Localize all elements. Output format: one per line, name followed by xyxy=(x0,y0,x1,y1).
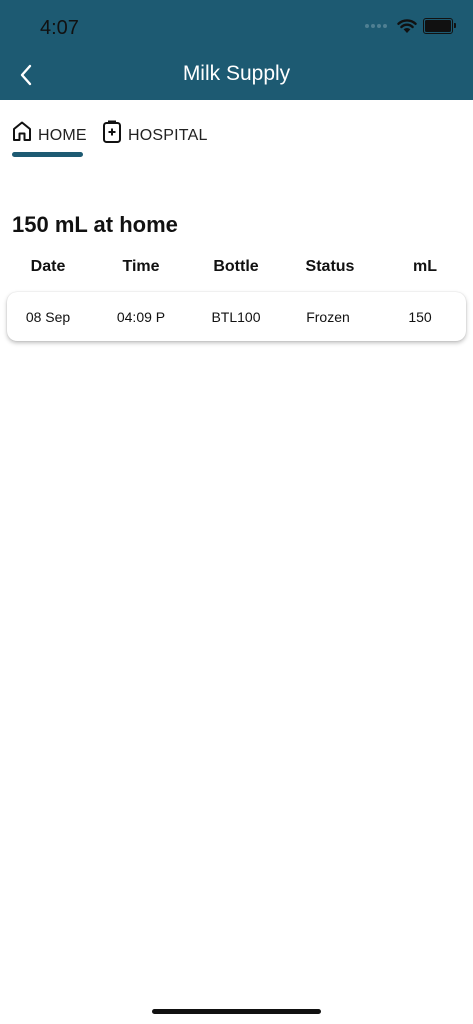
column-header-time: Time xyxy=(122,258,160,275)
table-row[interactable]: 08 Sep 04:09 P BTL100 Frozen 150 xyxy=(7,292,466,341)
column-header-status: Status xyxy=(305,258,355,275)
supply-summary: 150 mL at home xyxy=(12,212,178,237)
column-header-date: Date xyxy=(30,258,66,275)
status-icons xyxy=(365,18,456,34)
tab-hospital[interactable]: HOSPITAL xyxy=(102,120,208,160)
cell-date: 08 Sep xyxy=(25,309,71,325)
column-header-bottle: Bottle xyxy=(213,258,259,275)
cell-status: Frozen xyxy=(306,309,350,325)
battery-icon xyxy=(423,18,456,34)
page-title: Milk Supply xyxy=(182,62,291,85)
cell-ml: 150 xyxy=(408,309,432,325)
tab-home-label: HOME xyxy=(38,127,87,144)
cell-time: 04:09 P xyxy=(116,309,166,325)
column-header-ml: mL xyxy=(413,258,437,275)
tab-hospital-label: HOSPITAL xyxy=(128,127,208,144)
tab-bar: HOME HOSPITAL xyxy=(0,100,473,160)
hospital-icon xyxy=(103,120,121,143)
app-header: 4:07 Milk Supply xyxy=(0,0,473,100)
tab-active-indicator xyxy=(12,152,83,157)
home-icon xyxy=(13,121,31,141)
cell-bottle: BTL100 xyxy=(211,309,261,325)
table-header: Date Time Bottle Status mL xyxy=(0,258,473,280)
signal-dots-icon xyxy=(365,24,387,28)
status-time: 4:07 xyxy=(40,17,79,39)
home-indicator[interactable] xyxy=(152,1009,321,1014)
wifi-icon xyxy=(397,19,417,33)
